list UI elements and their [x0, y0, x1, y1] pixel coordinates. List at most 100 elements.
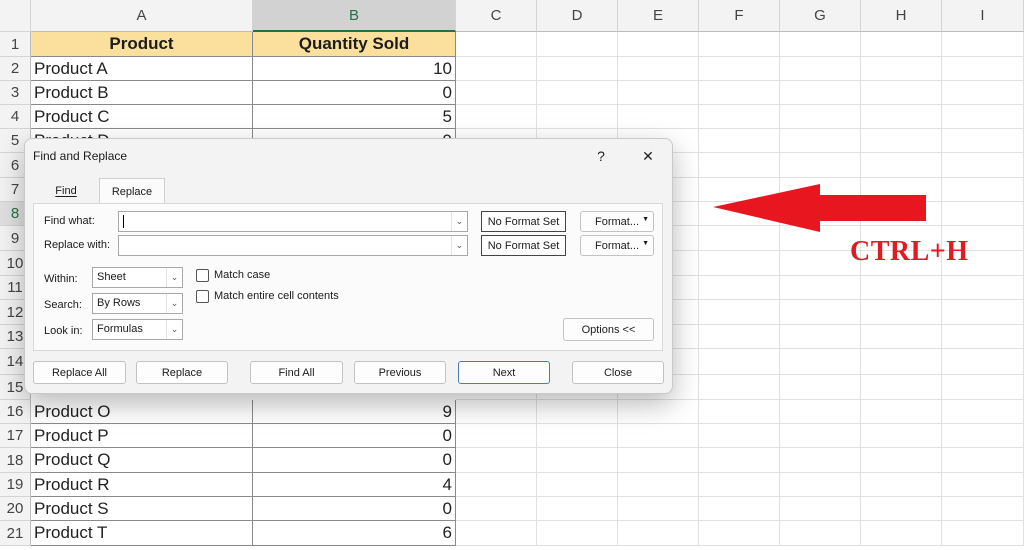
empty-cell[interactable]: [780, 375, 861, 400]
empty-cell[interactable]: [699, 400, 780, 424]
empty-cell[interactable]: [861, 105, 942, 129]
next-button[interactable]: Next: [458, 361, 550, 384]
empty-cell[interactable]: [942, 325, 1024, 349]
empty-cell[interactable]: [780, 226, 861, 251]
product-cell[interactable]: Product P: [31, 424, 253, 448]
empty-cell[interactable]: [942, 178, 1024, 202]
tab-replace[interactable]: Replace: [99, 178, 165, 204]
empty-cell[interactable]: [861, 57, 942, 81]
empty-cell[interactable]: [699, 105, 780, 129]
empty-cell[interactable]: [942, 57, 1024, 81]
quantity-cell[interactable]: 0: [253, 81, 456, 105]
empty-cell[interactable]: [699, 300, 780, 325]
product-cell[interactable]: Product T: [31, 521, 253, 546]
column-header-b[interactable]: B: [253, 0, 456, 32]
row-header-3[interactable]: 3: [0, 81, 31, 105]
product-cell[interactable]: Product R: [31, 473, 253, 497]
look-in-select[interactable]: Formulas ⌄: [92, 319, 183, 340]
column-header-d[interactable]: D: [537, 0, 618, 32]
empty-cell[interactable]: [942, 497, 1024, 521]
empty-cell[interactable]: [861, 276, 942, 300]
replace-format-button[interactable]: Format... ▼: [580, 235, 654, 256]
chevron-down-icon[interactable]: ⌄: [451, 212, 467, 231]
empty-cell[interactable]: [618, 497, 699, 521]
help-icon[interactable]: ?: [586, 143, 616, 169]
previous-button[interactable]: Previous: [354, 361, 446, 384]
empty-cell[interactable]: [699, 153, 780, 178]
empty-cell[interactable]: [780, 57, 861, 81]
empty-cell[interactable]: [618, 105, 699, 129]
empty-cell[interactable]: [942, 375, 1024, 400]
tab-find[interactable]: Find: [33, 179, 99, 203]
match-case-label[interactable]: Match case: [214, 269, 270, 281]
empty-cell[interactable]: [456, 521, 537, 546]
row-header-21[interactable]: 21: [0, 521, 31, 546]
header-cell-product[interactable]: Product: [31, 32, 253, 57]
empty-cell[interactable]: [699, 202, 780, 226]
replace-with-input[interactable]: ⌄: [118, 235, 468, 256]
row-header-1[interactable]: 1: [0, 32, 31, 57]
empty-cell[interactable]: [861, 129, 942, 153]
chevron-down-icon[interactable]: ⌄: [451, 236, 467, 255]
row-header-18[interactable]: 18: [0, 448, 31, 473]
empty-cell[interactable]: [699, 473, 780, 497]
column-header-e[interactable]: E: [618, 0, 699, 32]
select-all-corner[interactable]: [0, 0, 31, 32]
product-cell[interactable]: Product Q: [31, 448, 253, 473]
empty-cell[interactable]: [456, 32, 537, 57]
empty-cell[interactable]: [699, 57, 780, 81]
product-cell[interactable]: Product C: [31, 105, 253, 129]
empty-cell[interactable]: [861, 424, 942, 448]
empty-cell[interactable]: [861, 178, 942, 202]
empty-cell[interactable]: [699, 81, 780, 105]
quantity-cell[interactable]: 0: [253, 497, 456, 521]
empty-cell[interactable]: [942, 105, 1024, 129]
quantity-cell[interactable]: 0: [253, 424, 456, 448]
find-what-input[interactable]: ⌄: [118, 211, 468, 232]
header-cell-quantity[interactable]: Quantity Sold: [253, 32, 456, 57]
empty-cell[interactable]: [537, 521, 618, 546]
empty-cell[interactable]: [861, 349, 942, 375]
empty-cell[interactable]: [537, 81, 618, 105]
empty-cell[interactable]: [699, 251, 780, 276]
empty-cell[interactable]: [861, 521, 942, 546]
empty-cell[interactable]: [861, 81, 942, 105]
empty-cell[interactable]: [942, 300, 1024, 325]
empty-cell[interactable]: [537, 57, 618, 81]
empty-cell[interactable]: [780, 448, 861, 473]
empty-cell[interactable]: [699, 178, 780, 202]
empty-cell[interactable]: [456, 81, 537, 105]
quantity-cell[interactable]: 10: [253, 57, 456, 81]
close-icon[interactable]: ✕: [633, 143, 663, 169]
empty-cell[interactable]: [456, 105, 537, 129]
search-select[interactable]: By Rows ⌄: [92, 293, 183, 314]
empty-cell[interactable]: [780, 473, 861, 497]
empty-cell[interactable]: [780, 202, 861, 226]
empty-cell[interactable]: [537, 473, 618, 497]
empty-cell[interactable]: [861, 202, 942, 226]
empty-cell[interactable]: [942, 129, 1024, 153]
empty-cell[interactable]: [942, 400, 1024, 424]
empty-cell[interactable]: [456, 497, 537, 521]
product-cell[interactable]: Product B: [31, 81, 253, 105]
empty-cell[interactable]: [780, 325, 861, 349]
empty-cell[interactable]: [942, 153, 1024, 178]
empty-cell[interactable]: [618, 32, 699, 57]
empty-cell[interactable]: [699, 521, 780, 546]
product-cell[interactable]: Product O: [31, 400, 253, 424]
empty-cell[interactable]: [699, 448, 780, 473]
empty-cell[interactable]: [861, 473, 942, 497]
empty-cell[interactable]: [618, 473, 699, 497]
empty-cell[interactable]: [618, 81, 699, 105]
find-all-button[interactable]: Find All: [250, 361, 343, 384]
empty-cell[interactable]: [942, 349, 1024, 375]
empty-cell[interactable]: [942, 473, 1024, 497]
empty-cell[interactable]: [861, 300, 942, 325]
find-format-button[interactable]: Format... ▼: [580, 211, 654, 232]
row-header-4[interactable]: 4: [0, 105, 31, 129]
empty-cell[interactable]: [537, 424, 618, 448]
empty-cell[interactable]: [537, 448, 618, 473]
empty-cell[interactable]: [699, 276, 780, 300]
empty-cell[interactable]: [780, 400, 861, 424]
options-button[interactable]: Options <<: [563, 318, 654, 341]
